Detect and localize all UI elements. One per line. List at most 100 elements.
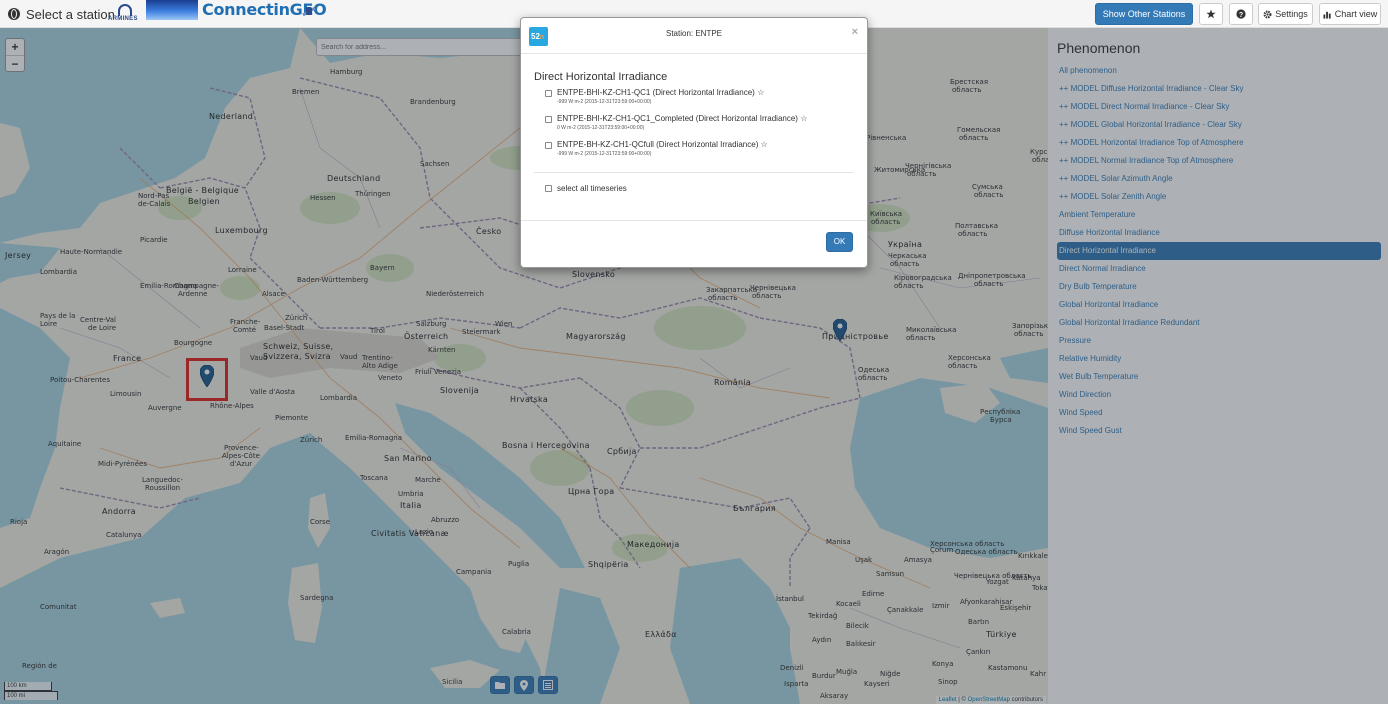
chart-view-button[interactable]: Chart view: [1319, 3, 1381, 25]
gear-icon: [1263, 10, 1272, 18]
map-label: Србија: [607, 447, 637, 456]
map-label: Київська: [870, 210, 903, 218]
map-label: Миколаївська: [906, 326, 957, 334]
map-label: Придністровье: [822, 332, 889, 341]
phenomenon-item[interactable]: Wind Speed: [1057, 404, 1381, 422]
phenomenon-item[interactable]: ++ MODEL Solar Zenith Angle: [1057, 188, 1381, 206]
map-label: Zürich: [285, 314, 308, 322]
phenomenon-item[interactable]: ++ MODEL Direct Normal Irradiance - Clea…: [1057, 98, 1381, 116]
list-icon: [543, 680, 553, 690]
map-label: Champagne-: [174, 282, 219, 290]
phenomenon-item[interactable]: ++ MODEL Horizontal Irradiance Top of At…: [1057, 134, 1381, 152]
phenomenon-item[interactable]: Dry Bulb Temperature: [1057, 278, 1381, 296]
phenomenon-item[interactable]: Wind Speed Gust: [1057, 422, 1381, 440]
phenomenon-item[interactable]: ++ MODEL Normal Irradiance Top of Atmosp…: [1057, 152, 1381, 170]
open-file-button[interactable]: [490, 676, 510, 694]
dialog-footer: OK: [521, 220, 867, 267]
dialog-title: Station: ENTPE: [665, 29, 723, 38]
select-all-label: select all timeseries: [557, 184, 627, 193]
map-label: Comunitat: [40, 603, 77, 611]
map-label: Kütahya: [1012, 574, 1041, 582]
map-label: de Loire: [88, 324, 117, 332]
star-icon[interactable]: ☆: [757, 88, 764, 97]
list-view-button[interactable]: [538, 676, 558, 694]
phenomenon-item[interactable]: Pressure: [1057, 332, 1381, 350]
map-pin-icon[interactable]: [833, 319, 847, 341]
phenomenon-item[interactable]: ++ MODEL Diffuse Horizontal Irradiance -…: [1057, 80, 1381, 98]
map-label: область: [974, 280, 1004, 288]
star-icon[interactable]: ☆: [800, 114, 807, 123]
phenomenon-item[interactable]: All phenomenon: [1057, 62, 1381, 80]
phenomenon-item[interactable]: Wind Direction: [1057, 386, 1381, 404]
map-label: область: [958, 230, 988, 238]
phenomenon-item[interactable]: Global Horizontal Irradiance Redundant: [1057, 314, 1381, 332]
map-label: Civitatis Vaticanæ: [371, 529, 449, 538]
timeseries-label: ENTPE-BHI-KZ-CH1-QC1 (Direct Horizontal …: [557, 88, 755, 97]
phenomenon-item[interactable]: Relative Humidity: [1057, 350, 1381, 368]
map-label: Deutschland: [327, 174, 381, 183]
phenomenon-item[interactable]: Direct Horizontal Irradiance: [1057, 242, 1381, 260]
map-label: Nord-Pas: [138, 192, 170, 200]
map-label: Kayseri: [864, 680, 890, 688]
osm-link[interactable]: OpenStreetMap: [968, 697, 1010, 703]
map-label: Aquitaine: [48, 440, 82, 448]
timeseries-checkbox[interactable]: [545, 142, 552, 149]
station-dialog: 52n Station: ENTPE × Direct Horizontal I…: [520, 17, 868, 268]
map-label: Alto Adige: [362, 362, 398, 370]
map-label: Lorraine: [228, 266, 257, 274]
map-label: Magyarország: [566, 332, 626, 341]
map-label: Житомирська: [874, 166, 926, 174]
phenomenon-item[interactable]: Global Horizontal Irradiance: [1057, 296, 1381, 314]
ok-button[interactable]: OK: [826, 232, 853, 252]
map-label: Roussillon: [145, 484, 181, 492]
zoom-in-button[interactable]: +: [6, 39, 24, 55]
phenomenon-item[interactable]: Ambient Temperature: [1057, 206, 1381, 224]
map-label: Samsun: [876, 570, 905, 578]
map-label: France: [113, 354, 142, 363]
map-label: Trentino-: [362, 354, 393, 362]
select-station-title[interactable]: Select a station: [8, 4, 115, 24]
map-label: облас: [1032, 156, 1048, 164]
map-label: Курська: [1030, 148, 1048, 156]
map-label: Kahr: [1030, 670, 1047, 678]
map-pin-icon[interactable]: [200, 365, 214, 387]
star-icon[interactable]: ☆: [761, 140, 768, 149]
map-marker-icon: [520, 679, 528, 691]
map-label: Piemonte: [275, 414, 308, 422]
map-label: Veneto: [378, 374, 403, 382]
timeseries-checkbox[interactable]: [545, 116, 552, 123]
map-label: Denizli: [780, 664, 804, 672]
globe-icon: [8, 8, 20, 20]
address-search-input[interactable]: [316, 38, 526, 56]
show-other-stations-button[interactable]: Show Other Stations: [1095, 3, 1193, 25]
phenomenon-item[interactable]: Diffuse Horizontal Irradiance: [1057, 224, 1381, 242]
locate-button[interactable]: [514, 676, 534, 694]
map-label: Lazio: [415, 528, 434, 536]
phenomenon-item[interactable]: ++ MODEL Solar Azimuth Angle: [1057, 170, 1381, 188]
timeseries-last-value: 0 W m-2 (2015-12-31T23:59:00+00:00): [557, 125, 645, 131]
map-label: Corse: [310, 518, 331, 526]
map-label: Черкаська: [888, 252, 927, 260]
help-button[interactable]: ?: [1229, 3, 1253, 25]
map-label: Kastamonu: [988, 664, 1028, 672]
map-label: Брестская: [950, 78, 989, 86]
zoom-out-button[interactable]: −: [6, 55, 24, 71]
map-label: İstanbul: [776, 595, 805, 603]
select-all-checkbox[interactable]: [545, 185, 552, 192]
map-label: Thüringen: [355, 190, 391, 198]
map-label: Tirol: [370, 327, 385, 335]
close-icon[interactable]: ×: [852, 26, 858, 38]
phenomenon-item[interactable]: Direct Normal Irradiance: [1057, 260, 1381, 278]
phenomenon-item[interactable]: ++ MODEL Global Horizontal Irradiance - …: [1057, 116, 1381, 134]
map-label: Campania: [456, 568, 492, 576]
leaflet-link[interactable]: Leaflet: [939, 697, 957, 703]
map-label: область: [948, 362, 978, 370]
phenomenon-item[interactable]: Wet Bulb Temperature: [1057, 368, 1381, 386]
favorites-button[interactable]: [1199, 3, 1223, 25]
map-label: België - Belgique: [166, 186, 239, 195]
map-label: Balıkesir: [846, 640, 876, 648]
dialog-body: Direct Horizontal Irradiance ENTPE-BHI-K…: [521, 71, 867, 196]
timeseries-checkbox[interactable]: [545, 90, 552, 97]
settings-button[interactable]: Settings: [1258, 3, 1313, 25]
map-label: Hamburg: [330, 68, 363, 76]
